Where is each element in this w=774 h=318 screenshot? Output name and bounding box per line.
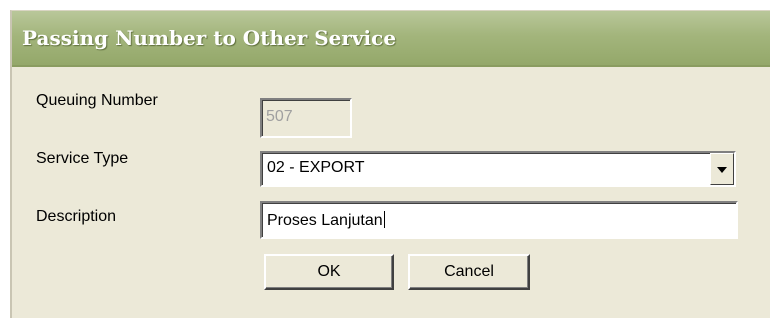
chevron-down-icon [717,167,727,173]
service-type-select[interactable]: 02 - EXPORT [260,151,736,187]
description-input[interactable]: Proses Lanjutan [260,201,738,239]
text-caret [383,211,385,228]
description-label: Description [36,208,117,225]
ok-button[interactable]: OK [264,254,394,290]
queuing-number-label: Queuing Number [36,92,158,109]
cancel-button[interactable]: Cancel [408,254,530,290]
queuing-number-field: 507 [260,98,352,138]
service-type-value: 02 - EXPORT [267,159,365,176]
description-value: Proses Lanjutan [267,212,383,229]
queuing-number-value: 507 [266,108,293,125]
dialog-title: Passing Number to Other Service [22,26,397,50]
service-type-label: Service Type [36,150,129,167]
service-type-dropdown-button[interactable] [710,153,734,185]
passing-number-dialog: Passing Number to Other Service Queuing … [10,10,770,318]
dialog-titlebar[interactable]: Passing Number to Other Service [12,11,770,67]
